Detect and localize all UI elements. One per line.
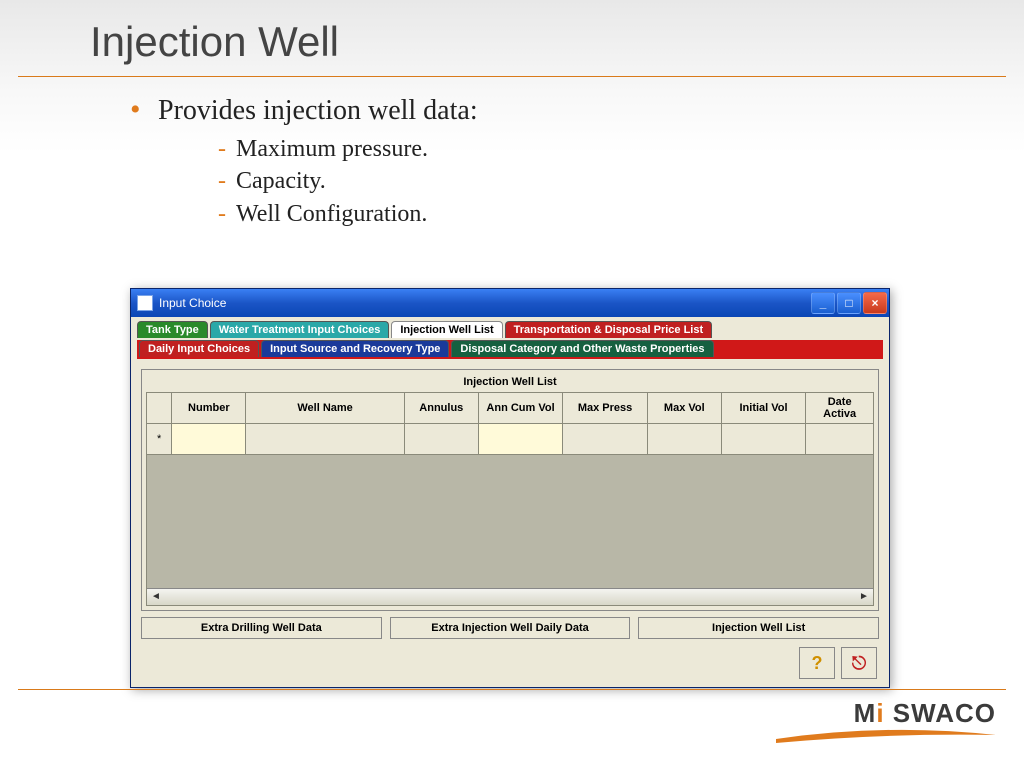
col-initial[interactable]: Initial Vol — [721, 393, 806, 424]
grid-new-row[interactable]: * — [147, 424, 874, 455]
grid-header-row: Number Well Name Annulus Ann Cum Vol Max… — [147, 393, 874, 424]
window-icon — [137, 295, 153, 311]
grid-corner — [147, 393, 172, 424]
bullet-text: Provides injection well data: — [158, 95, 478, 126]
tab-transport-disposal[interactable]: Transportation & Disposal Price List — [505, 321, 713, 338]
cell-maxvol[interactable] — [647, 424, 721, 455]
tab-disposal-category[interactable]: Disposal Category and Other Waste Proper… — [451, 340, 713, 357]
brand-text: Mi SWACO — [776, 698, 996, 729]
exit-icon: ⎋ — [852, 653, 866, 674]
brand-logo: Mi SWACO — [776, 698, 996, 748]
footer-rule — [18, 689, 1006, 690]
col-max-press[interactable]: Max Press — [563, 393, 648, 424]
col-well-name[interactable]: Well Name — [246, 393, 405, 424]
btn-extra-injection[interactable]: Extra Injection Well Daily Data — [390, 617, 631, 639]
question-icon: ? — [812, 653, 823, 674]
help-button[interactable]: ? — [799, 647, 835, 679]
sub-item: Well Configuration. — [218, 198, 1024, 230]
swoosh-icon — [776, 729, 996, 743]
btn-extra-drilling[interactable]: Extra Drilling Well Data — [141, 617, 382, 639]
window-controls: _ □ × — [811, 292, 887, 314]
brand-prefix: M — [854, 698, 877, 728]
tab-daily-input[interactable]: Daily Input Choices — [139, 340, 259, 357]
brand-accent: i — [876, 698, 884, 728]
minimize-button[interactable]: _ — [811, 292, 835, 314]
close-button[interactable]: × — [863, 292, 887, 314]
grid-frame: Injection Well List Number Well Name Ann… — [141, 369, 879, 611]
cell-anncum[interactable] — [478, 424, 563, 455]
col-date-activ[interactable]: Date Activa — [806, 393, 874, 424]
window-title: Input Choice — [159, 296, 226, 310]
cell-wellname[interactable] — [246, 424, 405, 455]
window-titlebar[interactable]: Input Choice _ □ × — [131, 289, 889, 317]
col-max-vol[interactable]: Max Vol — [647, 393, 721, 424]
tab-tank-type[interactable]: Tank Type — [137, 321, 208, 338]
sub-item: Capacity. — [218, 165, 1024, 197]
exit-button[interactable]: ⎋ — [841, 647, 877, 679]
cell-maxpress[interactable] — [563, 424, 648, 455]
btn-injection-list[interactable]: Injection Well List — [638, 617, 879, 639]
tab-input-source[interactable]: Input Source and Recovery Type — [261, 340, 449, 357]
col-number[interactable]: Number — [172, 393, 246, 424]
input-choice-window: Input Choice _ □ × Tank Type Water Treat… — [130, 288, 890, 688]
cell-annulus[interactable] — [404, 424, 478, 455]
cell-date[interactable] — [806, 424, 874, 455]
grid-buttons: Extra Drilling Well Data Extra Injection… — [141, 617, 879, 639]
title-rule — [18, 76, 1006, 77]
sub-item: Maximum pressure. — [218, 133, 1024, 165]
horizontal-scrollbar[interactable]: ◄ ► — [147, 588, 873, 605]
grid-caption: Injection Well List — [146, 374, 874, 392]
row-marker: * — [147, 424, 172, 455]
brand-suffix: SWACO — [885, 698, 996, 728]
tabs-row-2: Daily Input Choices Input Source and Rec… — [139, 340, 881, 357]
grid-empty-area: ◄ ► — [146, 455, 874, 606]
bullet-main: Provides injection well data: Maximum pr… — [130, 95, 1024, 230]
tabs-row-1: Tank Type Water Treatment Input Choices … — [137, 321, 883, 338]
cell-initial[interactable] — [721, 424, 806, 455]
scroll-left-icon[interactable]: ◄ — [149, 591, 163, 603]
tab-water-treatment[interactable]: Water Treatment Input Choices — [210, 321, 390, 338]
slide-title: Injection Well — [0, 0, 1024, 76]
col-annulus[interactable]: Annulus — [404, 393, 478, 424]
sub-list: Maximum pressure. Capacity. Well Configu… — [218, 133, 1024, 230]
cell-number[interactable] — [172, 424, 246, 455]
scroll-right-icon[interactable]: ► — [857, 591, 871, 603]
col-ann-cum[interactable]: Ann Cum Vol — [478, 393, 563, 424]
maximize-button[interactable]: □ — [837, 292, 861, 314]
tab-injection-well[interactable]: Injection Well List — [391, 321, 502, 338]
bullet-list: Provides injection well data: Maximum pr… — [130, 95, 1024, 230]
injection-well-grid[interactable]: Number Well Name Annulus Ann Cum Vol Max… — [146, 392, 874, 455]
